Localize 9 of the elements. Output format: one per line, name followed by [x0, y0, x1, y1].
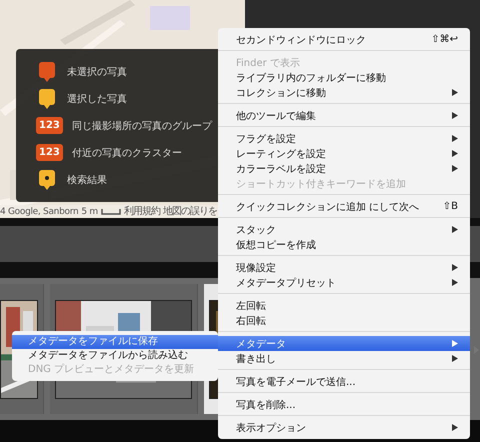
- legend-label: 付近の写真のクラスター: [72, 146, 182, 160]
- legend-label: 未選択の写真: [67, 66, 127, 78]
- marker-badge: 123: [36, 144, 63, 161]
- scale-label: 5 m: [81, 206, 98, 218]
- legend-label: 検索結果: [67, 174, 107, 186]
- legend-label: 同じ撮影場所の写真のグループ: [72, 120, 212, 132]
- marker-badge: 123: [36, 117, 63, 134]
- map-copyright: 4 Google, Sanborn: [0, 206, 78, 218]
- legend-label: 選択した写真: [67, 92, 127, 106]
